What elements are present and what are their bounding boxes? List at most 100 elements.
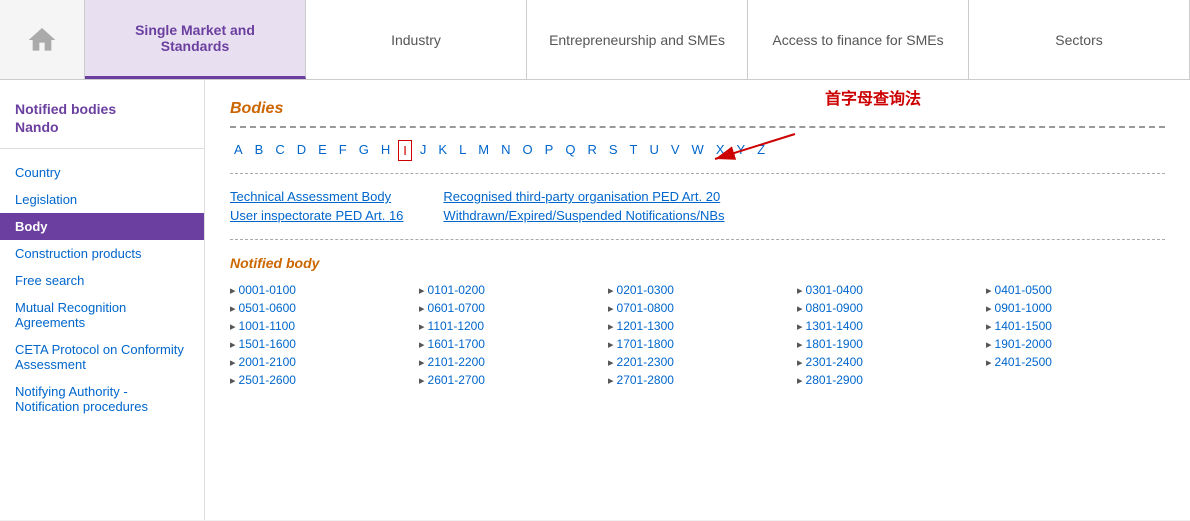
alpha-link-d[interactable]: D	[293, 140, 310, 161]
number-range-link[interactable]: 1001-1100	[239, 319, 296, 333]
link-technical-assessment[interactable]: Technical Assessment Body	[230, 189, 403, 204]
number-range-link[interactable]: 1101-1200	[428, 319, 485, 333]
number-range-link[interactable]: 0601-0700	[428, 301, 485, 315]
number-range-link[interactable]: 0901-1000	[995, 301, 1052, 315]
top-links-col1: Technical Assessment Body User inspector…	[230, 189, 403, 227]
sidebar-item-body[interactable]: Body	[0, 213, 204, 240]
alpha-link-b[interactable]: B	[251, 140, 268, 161]
number-range-link[interactable]: 2101-2200	[428, 355, 485, 369]
number-cell: ▸0901-1000	[986, 301, 1165, 315]
link-user-inspectorate[interactable]: User inspectorate PED Art. 16	[230, 208, 403, 223]
bullet-icon: ▸	[230, 374, 236, 387]
bullet-icon: ▸	[797, 320, 803, 333]
bullet-icon: ▸	[419, 338, 425, 351]
number-cell: ▸0801-0900	[797, 301, 976, 315]
number-grid: ▸0001-0100▸0101-0200▸0201-0300▸0301-0400…	[230, 283, 1165, 387]
number-range-link[interactable]: 2001-2100	[239, 355, 296, 369]
alpha-link-a[interactable]: A	[230, 140, 247, 161]
alpha-link-h[interactable]: H	[377, 140, 394, 161]
number-range-link[interactable]: 0801-0900	[806, 301, 863, 315]
number-range-link[interactable]: 1401-1500	[995, 319, 1052, 333]
nav-single-market[interactable]: Single Market and Standards	[85, 0, 306, 79]
number-range-link[interactable]: 1501-1600	[239, 337, 296, 351]
number-cell: ▸2701-2800	[608, 373, 787, 387]
alpha-link-j[interactable]: J	[416, 140, 431, 161]
content-area: 首字母查询法 Bodies ABCDEFGHIJKLMNOPQRSTUVWXYZ…	[205, 80, 1190, 520]
number-range-link[interactable]: 0401-0500	[995, 283, 1052, 297]
number-range-link[interactable]: 1701-1800	[617, 337, 674, 351]
sidebar-item-legislation[interactable]: Legislation	[0, 186, 204, 213]
number-cell: ▸1901-2000	[986, 337, 1165, 351]
number-range-link[interactable]: 2501-2600	[239, 373, 296, 387]
sidebar-item-notifying[interactable]: Notifying Authority - Notification proce…	[0, 378, 204, 420]
alpha-link-x[interactable]: X	[712, 140, 729, 161]
top-links-row: Technical Assessment Body User inspector…	[230, 189, 1165, 240]
number-range-link[interactable]: 2801-2900	[806, 373, 863, 387]
nav-entrepreneurship[interactable]: Entrepreneurship and SMEs	[527, 0, 748, 79]
nav-sectors[interactable]: Sectors	[969, 0, 1190, 79]
number-cell: ▸1401-1500	[986, 319, 1165, 333]
sidebar-item-country[interactable]: Country	[0, 159, 204, 186]
alpha-link-n[interactable]: N	[497, 140, 514, 161]
bullet-icon: ▸	[608, 284, 614, 297]
sidebar-item-ceta[interactable]: CETA Protocol on Conformity Assessment	[0, 336, 204, 378]
notified-body-section: Notified body ▸0001-0100▸0101-0200▸0201-…	[230, 255, 1165, 387]
alpha-link-f[interactable]: F	[335, 140, 351, 161]
number-cell: ▸0301-0400	[797, 283, 976, 297]
number-range-link[interactable]: 0701-0800	[617, 301, 674, 315]
alpha-link-k[interactable]: K	[434, 140, 451, 161]
number-range-link[interactable]: 1901-2000	[995, 337, 1052, 351]
alpha-link-v[interactable]: V	[667, 140, 684, 161]
number-range-link[interactable]: 0201-0300	[617, 283, 674, 297]
sidebar-item-construction[interactable]: Construction products	[0, 240, 204, 267]
number-range-link[interactable]: 2201-2300	[617, 355, 674, 369]
alpha-link-i[interactable]: I	[398, 140, 412, 161]
alpha-link-m[interactable]: M	[474, 140, 493, 161]
alpha-link-t[interactable]: T	[626, 140, 642, 161]
home-button[interactable]	[0, 0, 85, 79]
top-links-col2: Recognised third-party organisation PED …	[443, 189, 724, 227]
nav-industry[interactable]: Industry	[306, 0, 527, 79]
number-range-link[interactable]: 1801-1900	[806, 337, 863, 351]
number-range-link[interactable]: 1601-1700	[428, 337, 485, 351]
alpha-link-r[interactable]: R	[583, 140, 600, 161]
number-cell: ▸2501-2600	[230, 373, 409, 387]
number-cell: ▸1201-1300	[608, 319, 787, 333]
alpha-link-w[interactable]: W	[688, 140, 708, 161]
number-range-link[interactable]: 0101-0200	[428, 283, 485, 297]
link-recognised-third-party[interactable]: Recognised third-party organisation PED …	[443, 189, 724, 204]
number-cell: ▸0001-0100	[230, 283, 409, 297]
number-range-link[interactable]: 0301-0400	[806, 283, 863, 297]
number-range-link[interactable]: 2701-2800	[617, 373, 674, 387]
alpha-link-e[interactable]: E	[314, 140, 331, 161]
link-withdrawn[interactable]: Withdrawn/Expired/Suspended Notification…	[443, 208, 724, 223]
number-range-link[interactable]: 2601-2700	[428, 373, 485, 387]
nav-access-finance[interactable]: Access to finance for SMEs	[748, 0, 969, 79]
alpha-link-c[interactable]: C	[271, 140, 288, 161]
number-cell: ▸0701-0800	[608, 301, 787, 315]
bullet-icon: ▸	[230, 320, 236, 333]
bullet-icon: ▸	[986, 320, 992, 333]
number-range-link[interactable]: 1201-1300	[617, 319, 674, 333]
alphabet-row: ABCDEFGHIJKLMNOPQRSTUVWXYZ	[230, 140, 1165, 174]
sidebar-item-free-search[interactable]: Free search	[0, 267, 204, 294]
number-cell: ▸1801-1900	[797, 337, 976, 351]
alpha-link-g[interactable]: G	[355, 140, 373, 161]
alpha-link-q[interactable]: Q	[561, 140, 579, 161]
number-range-link[interactable]: 2401-2500	[995, 355, 1052, 369]
number-range-link[interactable]: 2301-2400	[806, 355, 863, 369]
number-range-link[interactable]: 0001-0100	[239, 283, 296, 297]
number-range-link[interactable]: 1301-1400	[806, 319, 863, 333]
alpha-link-z[interactable]: Z	[753, 140, 769, 161]
alpha-link-p[interactable]: P	[541, 140, 558, 161]
alpha-link-y[interactable]: Y	[732, 140, 749, 161]
number-cell: ▸1601-1700	[419, 337, 598, 351]
number-range-link[interactable]: 0501-0600	[239, 301, 296, 315]
alpha-link-l[interactable]: L	[455, 140, 470, 161]
sidebar-item-mutual[interactable]: Mutual Recognition Agreements	[0, 294, 204, 336]
alpha-link-s[interactable]: S	[605, 140, 622, 161]
notified-body-title: Notified body	[230, 255, 1165, 271]
bullet-icon: ▸	[608, 320, 614, 333]
alpha-link-o[interactable]: O	[519, 140, 537, 161]
alpha-link-u[interactable]: U	[645, 140, 662, 161]
